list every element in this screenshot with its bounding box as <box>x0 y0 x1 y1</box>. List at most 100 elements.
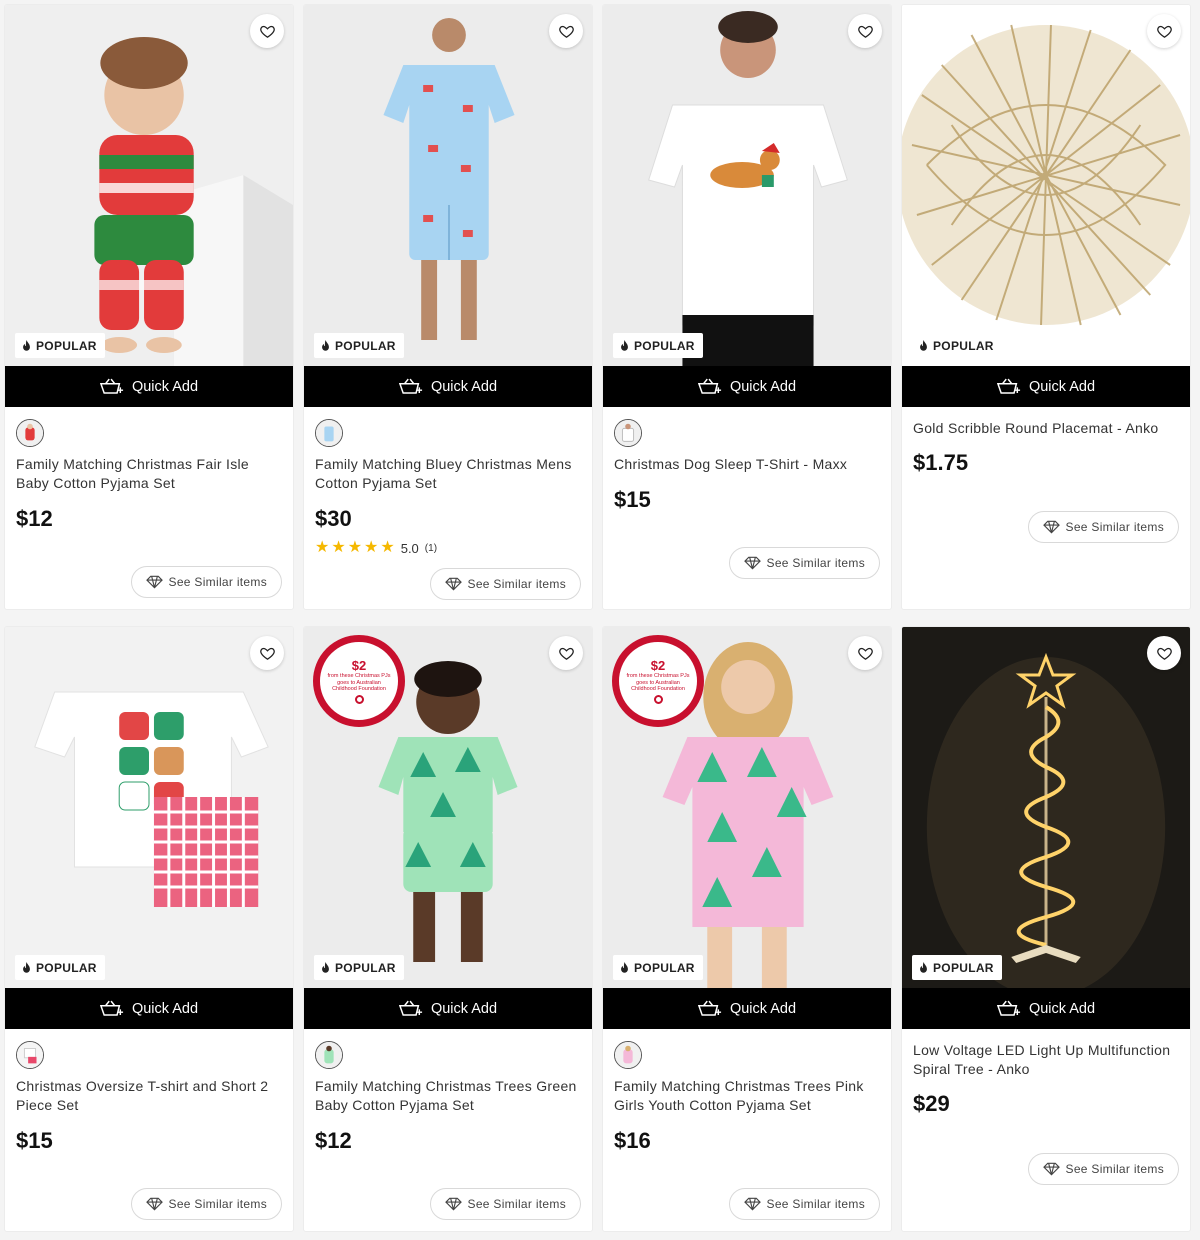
color-swatch[interactable] <box>16 419 44 447</box>
popular-badge: POPULAR <box>15 955 105 980</box>
wishlist-heart-button[interactable] <box>549 636 583 670</box>
heart-icon <box>259 25 275 38</box>
promo-amount: $2 <box>351 658 367 674</box>
product-card[interactable]: POPULAR Quick Add Low Voltage LED Light … <box>901 626 1191 1232</box>
see-similar-button[interactable]: See Similar items <box>130 566 282 598</box>
wishlist-heart-button[interactable] <box>549 14 583 48</box>
quick-add-button[interactable]: Quick Add <box>603 988 891 1029</box>
target-logo-icon <box>354 694 364 704</box>
quick-add-label: Quick Add <box>131 1000 199 1017</box>
color-swatch[interactable] <box>16 1041 44 1069</box>
diamond-icon <box>1042 1162 1060 1176</box>
flame-icon <box>322 339 329 351</box>
quick-add-label: Quick Add <box>131 378 199 395</box>
diamond-icon <box>743 1197 761 1211</box>
swatch-thumbnail <box>615 1042 641 1068</box>
popular-badge: POPULAR <box>613 955 703 980</box>
quick-add-button[interactable]: Quick Add <box>5 366 293 407</box>
see-similar-button[interactable]: See Similar items <box>429 568 581 600</box>
product-price: $29 <box>913 1091 950 1116</box>
swatch-thumbnail <box>17 420 43 446</box>
flame-icon <box>920 961 927 973</box>
product-card[interactable]: POPULAR Quick Add Gold Scribble Round Pl… <box>901 4 1191 610</box>
see-similar-label: See Similar items <box>766 556 865 570</box>
see-similar-button[interactable]: See Similar items <box>728 547 880 579</box>
product-image[interactable]: POPULAR <box>5 627 293 988</box>
product-price: $12 <box>16 506 53 531</box>
wishlist-heart-button[interactable] <box>848 636 882 670</box>
product-image[interactable]: $2 from these Christmas PJs goes to Aust… <box>304 627 592 988</box>
see-similar-button[interactable]: See Similar items <box>130 1188 282 1220</box>
product-title[interactable]: Family Matching Bluey Christmas Mens Cot… <box>315 455 581 493</box>
product-image[interactable]: POPULAR <box>902 5 1190 366</box>
see-similar-button[interactable]: See Similar items <box>728 1188 880 1220</box>
basket-plus-icon <box>697 1000 722 1016</box>
color-swatch[interactable] <box>315 1041 343 1069</box>
swatch-thumbnail <box>615 420 641 446</box>
product-image-gold-placemat <box>902 5 1190 366</box>
product-card[interactable]: POPULAR Quick Add Christmas Oversize T-s… <box>4 626 294 1232</box>
color-swatch[interactable] <box>614 419 642 447</box>
see-similar-label: See Similar items <box>1065 520 1164 534</box>
quick-add-button[interactable]: Quick Add <box>902 988 1190 1029</box>
product-image-led-spiral-tree <box>902 627 1190 988</box>
popular-label: POPULAR <box>933 338 994 353</box>
target-logo-icon <box>653 694 663 704</box>
product-info: Christmas Oversize T-shirt and Short 2 P… <box>5 1029 293 1154</box>
basket-plus-icon <box>996 378 1021 394</box>
see-similar-button[interactable]: See Similar items <box>1027 1153 1179 1185</box>
diamond-icon <box>743 556 761 570</box>
see-similar-label: See Similar items <box>168 1197 267 1211</box>
product-image[interactable]: POPULAR <box>902 627 1190 988</box>
basket-plus-icon <box>99 378 124 394</box>
product-image[interactable]: POPULAR <box>304 5 592 366</box>
product-card[interactable]: POPULAR Quick Add Christmas Dog Sleep T-… <box>602 4 892 610</box>
product-card[interactable]: POPULAR Quick Add Family Matching Christ… <box>4 4 294 610</box>
promo-amount: $2 <box>650 658 666 674</box>
wishlist-heart-button[interactable] <box>250 14 284 48</box>
product-price: $12 <box>315 1128 352 1153</box>
see-similar-label: See Similar items <box>168 575 267 589</box>
see-similar-button[interactable]: See Similar items <box>429 1188 581 1220</box>
wishlist-heart-button[interactable] <box>1147 636 1181 670</box>
swatch-thumbnail <box>316 420 342 446</box>
heart-icon <box>1156 25 1172 38</box>
product-card[interactable]: $2 from these Christmas PJs goes to Aust… <box>303 626 593 1232</box>
popular-badge: POPULAR <box>613 333 703 358</box>
color-swatch[interactable] <box>614 1041 642 1069</box>
popular-label: POPULAR <box>335 338 396 353</box>
star-icon: ★ <box>347 539 363 556</box>
quick-add-button[interactable]: Quick Add <box>603 366 891 407</box>
product-title[interactable]: Christmas Oversize T-shirt and Short 2 P… <box>16 1077 282 1115</box>
product-title[interactable]: Family Matching Christmas Trees Pink Gir… <box>614 1077 880 1115</box>
quick-add-button[interactable]: Quick Add <box>5 988 293 1029</box>
product-title[interactable]: Family Matching Christmas Trees Green Ba… <box>315 1077 581 1115</box>
product-card[interactable]: POPULAR Quick Add Family Matching Bluey … <box>303 4 593 610</box>
basket-plus-icon <box>996 1000 1021 1016</box>
heart-icon <box>558 647 574 660</box>
wishlist-heart-button[interactable] <box>250 636 284 670</box>
product-image[interactable]: $2 from these Christmas PJs goes to Aust… <box>603 627 891 988</box>
product-title[interactable]: Family Matching Christmas Fair Isle Baby… <box>16 455 282 493</box>
product-title[interactable]: Low Voltage LED Light Up Multifunction S… <box>913 1041 1179 1079</box>
see-similar-button[interactable]: See Similar items <box>1027 511 1179 543</box>
see-similar-label: See Similar items <box>766 1197 865 1211</box>
product-price: $15 <box>16 1128 53 1153</box>
product-card[interactable]: $2 from these Christmas PJs goes to Aust… <box>602 626 892 1232</box>
product-image[interactable]: POPULAR <box>603 5 891 366</box>
promo-text: from these Christmas PJs goes to Austral… <box>626 673 690 693</box>
product-title[interactable]: Christmas Dog Sleep T-Shirt - Maxx <box>614 455 880 474</box>
product-title[interactable]: Gold Scribble Round Placemat - Anko <box>913 419 1179 438</box>
color-swatch[interactable] <box>315 419 343 447</box>
star-icon: ★ <box>364 539 379 556</box>
star-icon: ★ <box>315 539 330 556</box>
product-image[interactable]: POPULAR <box>5 5 293 366</box>
product-image-oversize-set <box>5 627 293 988</box>
quick-add-button[interactable]: Quick Add <box>304 988 592 1029</box>
wishlist-heart-button[interactable] <box>848 14 882 48</box>
star-icon: ★ <box>331 539 346 556</box>
wishlist-heart-button[interactable] <box>1147 14 1181 48</box>
quick-add-button[interactable]: Quick Add <box>902 366 1190 407</box>
quick-add-button[interactable]: Quick Add <box>304 366 592 407</box>
product-price: $1.75 <box>913 450 969 475</box>
